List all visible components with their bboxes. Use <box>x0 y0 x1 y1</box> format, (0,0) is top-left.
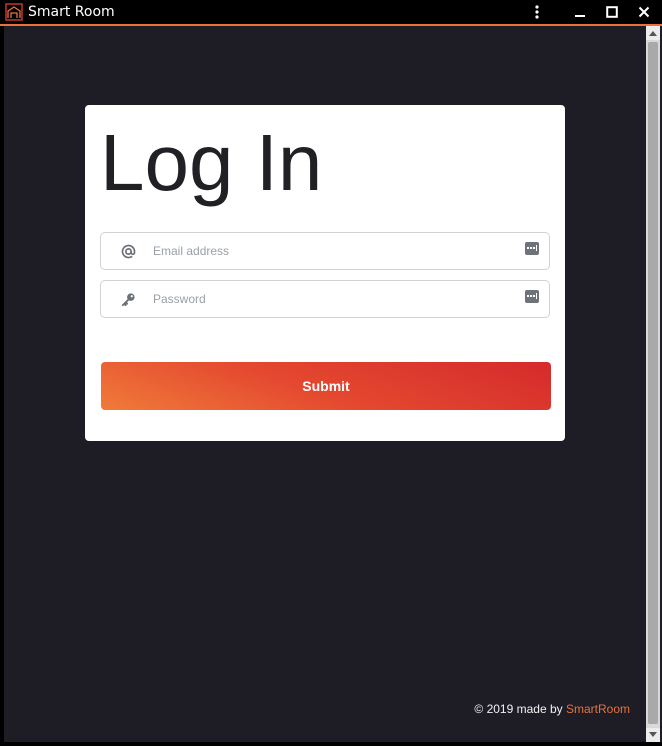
window-frame-bottom <box>0 742 662 746</box>
scrollbar-thumb[interactable] <box>648 42 658 724</box>
minimize-icon[interactable] <box>567 0 593 24</box>
vertical-scrollbar[interactable] <box>646 26 660 742</box>
window-frame-left <box>0 26 4 746</box>
window-title-bar[interactable]: Smart Room <box>0 0 662 26</box>
submit-button[interactable]: Submit <box>101 362 551 410</box>
scroll-up-icon[interactable] <box>646 26 660 40</box>
footer-credit: © 2019 made by SmartRoom <box>474 702 630 716</box>
key-icon <box>119 290 137 308</box>
email-field[interactable] <box>100 232 550 270</box>
password-field[interactable] <box>100 280 550 318</box>
password-input[interactable] <box>153 281 513 317</box>
kebab-menu-icon[interactable] <box>524 0 550 24</box>
at-icon <box>119 242 137 260</box>
footer-text: © 2019 made by <box>474 702 566 716</box>
email-input[interactable] <box>153 233 513 269</box>
password-manager-icon[interactable] <box>525 242 539 255</box>
maximize-icon[interactable] <box>599 0 625 24</box>
page-title: Log In <box>100 118 323 207</box>
footer-brand-link[interactable]: SmartRoom <box>566 702 630 716</box>
close-icon[interactable] <box>631 0 657 24</box>
window-title: Smart Room <box>28 4 115 20</box>
login-card: Log In Submit <box>85 105 565 441</box>
scroll-down-icon[interactable] <box>646 728 660 742</box>
app-logo-icon <box>5 3 23 21</box>
password-manager-icon[interactable] <box>525 290 539 303</box>
